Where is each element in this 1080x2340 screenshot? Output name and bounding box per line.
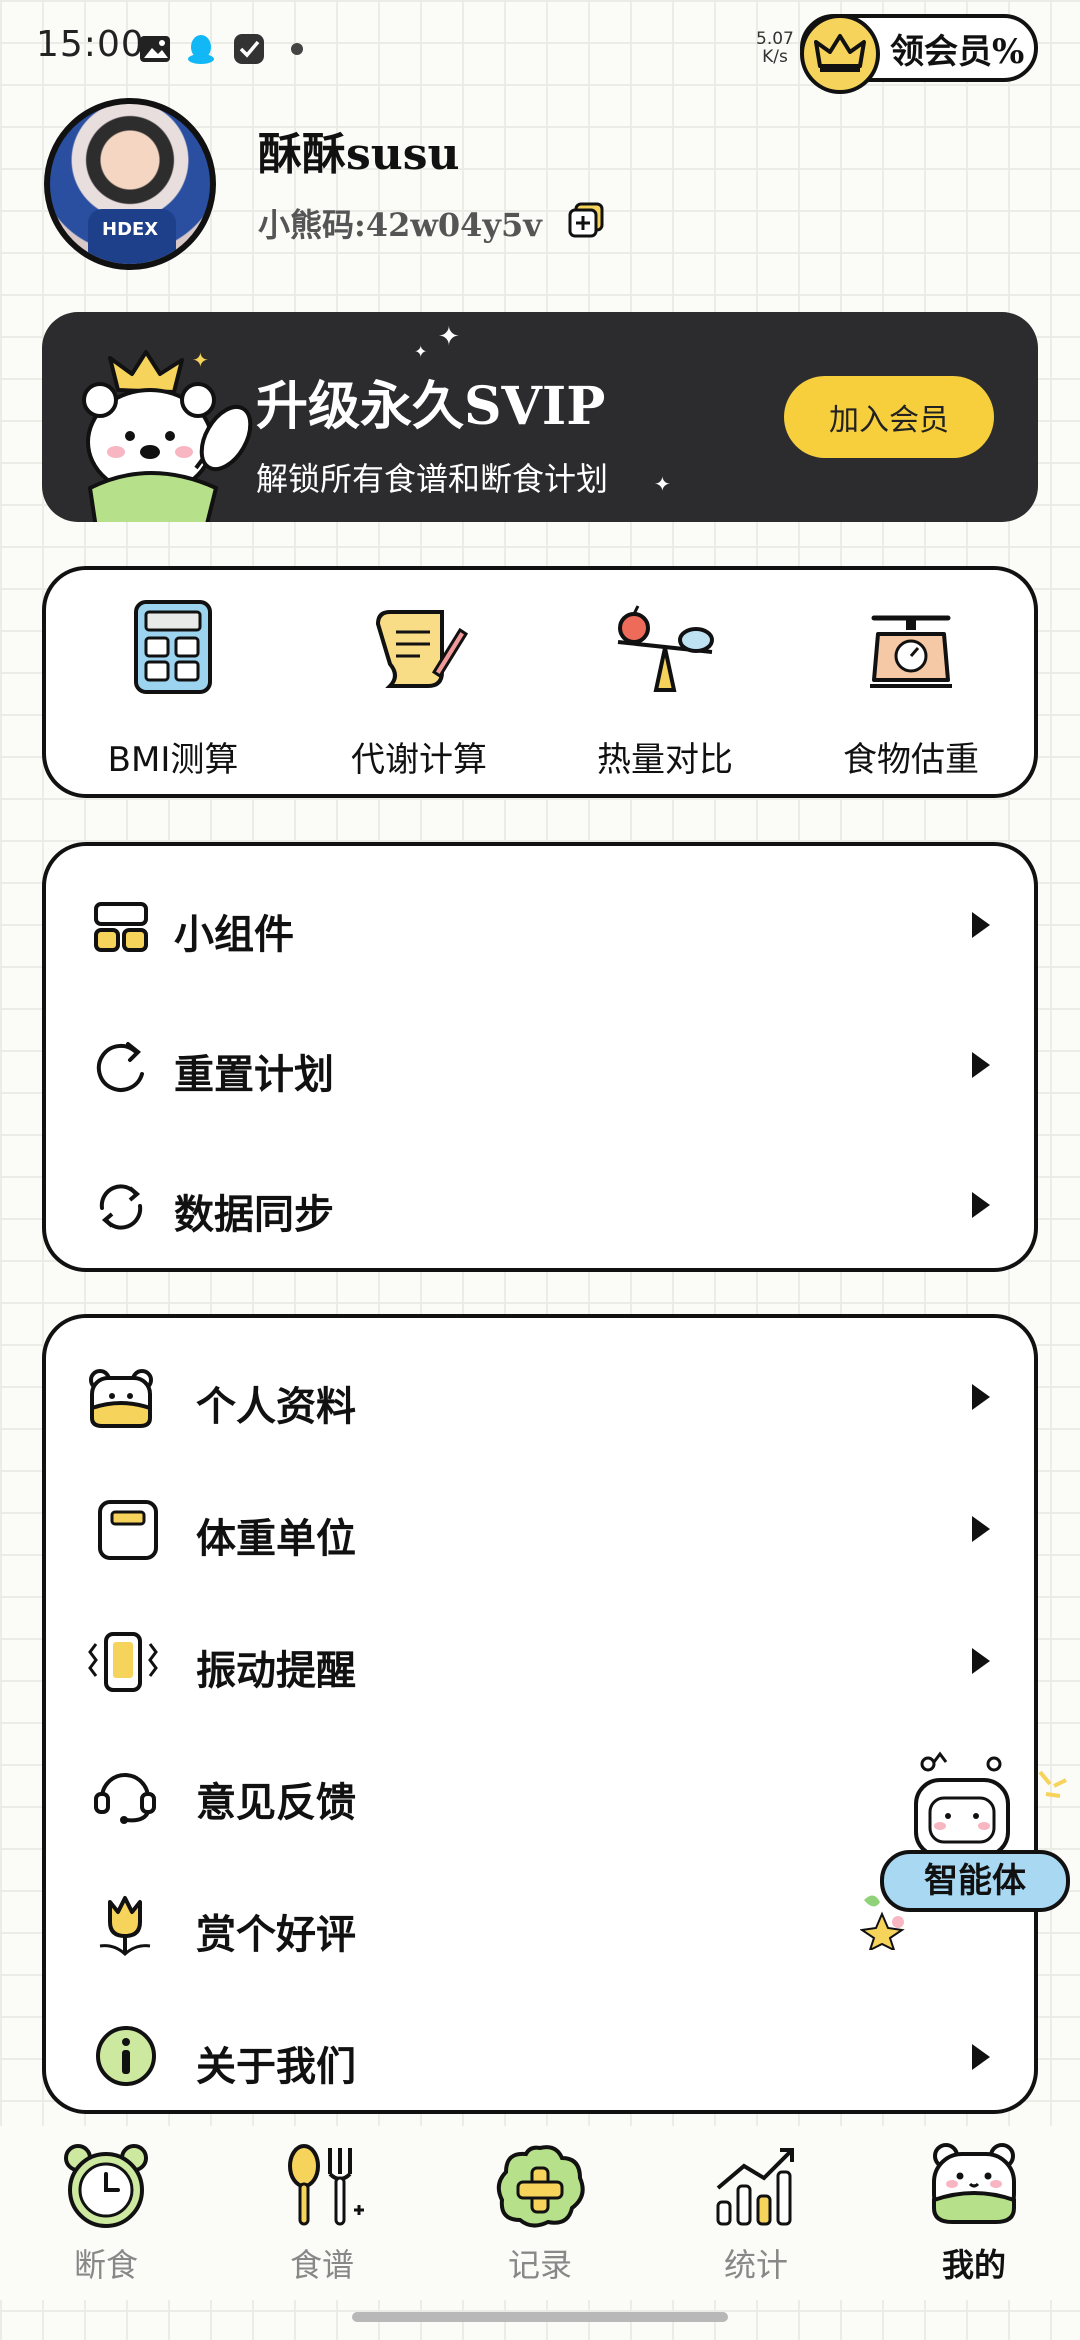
chevron-right-icon: [972, 1648, 990, 1674]
bear-profile-icon: [89, 1369, 153, 1428]
row-label: 振动提醒: [196, 1647, 356, 1694]
chevron-right-icon: [972, 912, 990, 938]
chevron-right-icon: [972, 1516, 990, 1542]
tab-stats[interactable]: 统计: [666, 2138, 846, 2298]
sync-icon: [99, 1184, 143, 1230]
banner-subtitle: 解锁所有食谱和断食计划: [256, 460, 609, 498]
tool-label: 食物估重: [843, 740, 979, 780]
balance-scale-icon: [617, 605, 714, 692]
chevron-right-icon: [972, 1192, 990, 1218]
add-record-icon: [496, 2145, 585, 2228]
row-label: 关于我们: [196, 2043, 356, 2090]
row-profile[interactable]: 个人资料: [46, 1348, 1034, 1448]
tool-food-weight[interactable]: 食物估重: [796, 594, 1026, 784]
sparkle-icon: ✦: [438, 322, 460, 352]
row-label: 赏个好评: [196, 1911, 356, 1958]
tab-label: 记录: [507, 2246, 572, 2284]
row-data-sync[interactable]: 数据同步: [46, 1156, 1034, 1256]
net-speed-unit: K/s: [762, 47, 788, 67]
bear-face-icon: [932, 2143, 1016, 2224]
row-label: 数据同步: [174, 1191, 334, 1238]
sparkle-icon-small: ✦: [414, 342, 428, 361]
tab-record[interactable]: 记录: [450, 2138, 630, 2298]
qq-penguin-icon: [188, 35, 214, 64]
row-label: 体重单位: [196, 1515, 356, 1562]
row-label: 个人资料: [196, 1383, 356, 1430]
copy-icon[interactable]: [566, 200, 606, 240]
avatar[interactable]: HDEX: [44, 98, 216, 270]
kitchen-scale-icon: [870, 615, 952, 688]
widget-grid-icon: [94, 902, 148, 952]
tab-label: 统计: [723, 2246, 788, 2284]
vibration-icon: [88, 1632, 158, 1692]
svip-banner[interactable]: ✦ ✦ ✦ ✦ 升级永久SVIP 解锁所有食谱和断食计划 加入会员: [42, 312, 1038, 522]
net-speed-value: 5.07: [756, 29, 794, 49]
tab-recipes[interactable]: 食谱: [232, 2138, 412, 2298]
clock-icon: [64, 2144, 148, 2228]
tab-label: 食谱: [289, 2246, 354, 2284]
sparkle-icon-yellow: ✦: [192, 348, 209, 372]
task-check-icon: [234, 34, 264, 64]
row-label: 小组件: [174, 911, 294, 958]
user-code: 小熊码:42w04y5v: [258, 206, 542, 244]
reset-icon: [96, 1042, 144, 1092]
chevron-right-icon: [972, 2044, 990, 2070]
info-icon: [96, 2026, 156, 2086]
bottom-tab-bar: 断食 食谱 记录 统计 我的: [0, 2126, 1080, 2300]
row-vibration[interactable]: 振动提醒: [46, 1612, 1034, 1712]
join-member-button[interactable]: 加入会员: [784, 376, 994, 458]
tulip-icon: [99, 1896, 151, 1957]
tool-label: BMI测算: [107, 740, 239, 780]
home-indicator[interactable]: [352, 2312, 728, 2322]
avatar-jersey: HDEX: [88, 209, 176, 264]
dot-icon: [291, 43, 303, 55]
tab-fasting[interactable]: 断食: [16, 2138, 196, 2298]
bar-chart-icon: [716, 2148, 794, 2226]
row-widgets[interactable]: 小组件: [46, 876, 1034, 976]
spoon-fork-icon: [288, 2144, 364, 2226]
status-bar: 15:00 5.07 K/s 领会员%: [0, 0, 1080, 100]
status-time: 15:00: [36, 24, 145, 65]
row-reset-plan[interactable]: 重置计划: [46, 1016, 1034, 1116]
vip-badge-text[interactable]: 领会员%: [890, 24, 1024, 73]
row-label: 重置计划: [174, 1051, 334, 1098]
tool-label: 热量对比: [597, 740, 733, 780]
tools-card: BMI测算 代谢计算 热量对比 食物估重: [42, 566, 1038, 798]
tab-label: 断食: [73, 2246, 138, 2284]
sparkle-icon-bottom: ✦: [654, 472, 671, 496]
scroll-pen-icon: [375, 610, 469, 688]
banner-title: 升级永久SVIP: [256, 376, 606, 437]
headset-icon: [94, 1773, 156, 1824]
tool-bmi[interactable]: BMI测算: [58, 594, 288, 784]
crown-icon: [800, 14, 880, 94]
tool-metabolism[interactable]: 代谢计算: [304, 594, 534, 784]
chevron-right-icon: [972, 1052, 990, 1078]
gallery-icon: [140, 36, 170, 62]
tab-mine[interactable]: 我的: [884, 2138, 1064, 2298]
chevron-right-icon: [972, 1384, 990, 1410]
tab-label: 我的: [941, 2246, 1006, 2284]
scale-unit-icon: [98, 1500, 158, 1560]
net-speed: 5.07 K/s: [756, 30, 794, 66]
row-about-us[interactable]: 关于我们: [46, 2008, 1034, 2108]
row-label: 意见反馈: [196, 1779, 356, 1826]
settings-card-1: 小组件 重置计划 数据同步: [42, 842, 1038, 1272]
tool-label: 代谢计算: [351, 740, 487, 780]
calculator-icon: [134, 600, 212, 694]
settings-card-2: 个人资料 体重单位 振动提醒 意见反馈 赏个好评 关于我们: [42, 1314, 1038, 2114]
tool-calorie-compare[interactable]: 热量对比: [550, 594, 780, 784]
username: 酥酥susu: [258, 129, 460, 180]
row-weight-unit[interactable]: 体重单位: [46, 1480, 1034, 1580]
agent-button[interactable]: 智能体: [880, 1850, 1070, 1912]
